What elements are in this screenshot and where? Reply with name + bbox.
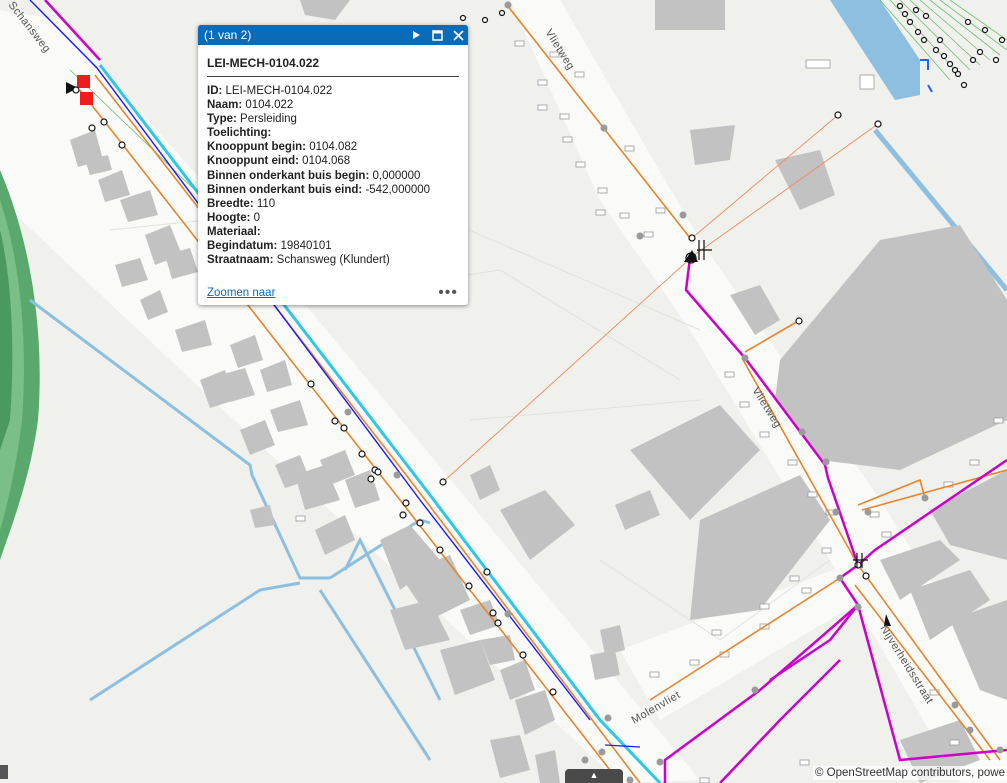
attribute-row: Begindatum: 19840101 [207, 239, 459, 253]
attribute-key: Binnen onderkant buis eind: [207, 183, 363, 196]
attribute-value: 110 [253, 197, 276, 210]
attribute-key: Begindatum: [207, 240, 278, 253]
attribute-value: LEI-MECH-0104.022 [222, 85, 333, 97]
popup-title: LEI-MECH-0104.022 [207, 56, 459, 77]
feature-popup: (1 van 2) LEI-MECH-0104.022 ID: LEI-MECH… [198, 25, 468, 305]
attribute-key: Naam: [207, 99, 243, 112]
corner-toggle-button[interactable] [0, 765, 8, 779]
close-icon[interactable] [452, 29, 464, 41]
popup-footer: Zoomen naar ••• [207, 285, 458, 301]
attribute-key: Hoogte: [207, 211, 251, 224]
maximize-icon[interactable] [431, 29, 443, 41]
attribute-row: Naam: 0104.022 [207, 98, 459, 112]
attribute-list: ID: LEI-MECH-0104.022 Naam: 0104.022 Typ… [207, 84, 459, 267]
attribute-value: Schansweg (Klundert) [273, 254, 390, 267]
popup-counter: (1 van 2) [204, 28, 252, 42]
attribute-row: Binnen onderkant buis begin: 0,000000 [207, 169, 459, 183]
popup-header: (1 van 2) [198, 25, 468, 45]
attribute-value: Persleiding [236, 113, 297, 126]
zoom-to-link[interactable]: Zoomen naar [207, 287, 275, 299]
attribute-key: Toelichting: [207, 127, 272, 140]
attribute-row: Hoogte: 0 [207, 211, 459, 225]
attribute-key: ID: [207, 85, 223, 97]
play-next-icon[interactable] [410, 29, 422, 41]
map-canvas[interactable]: Schansweg Vlietweg Vlietweg Molenvliet N… [0, 0, 1007, 783]
attribute-key: Breedte: [207, 197, 254, 210]
attribute-key: Straatnaam: [207, 254, 274, 267]
attribute-row: Binnen onderkant buis eind: -542,000000 [207, 183, 459, 197]
attribute-row: Knooppunt begin: 0104.082 [207, 140, 459, 154]
map-attribution: © OpenStreetMap contributors, powe [812, 766, 1007, 780]
attribute-value: 0104.022 [242, 99, 294, 112]
attribute-row: Knooppunt eind: 0104.068 [207, 154, 459, 168]
attribute-row: Toelichting: [207, 126, 459, 140]
attribute-value: 0104.082 [306, 141, 358, 154]
attribute-key: Knooppunt begin: [207, 141, 306, 154]
expand-panel-tab[interactable]: ▲ [565, 769, 623, 783]
attribute-value: -542,000000 [362, 183, 431, 196]
attribute-row: ID: LEI-MECH-0104.022 [207, 84, 459, 98]
attribute-value: 0104.068 [298, 155, 351, 168]
more-actions-button[interactable]: ••• [438, 285, 458, 301]
attribute-row: Materiaal: [207, 225, 459, 239]
attribute-row: Breedte: 110 [207, 197, 459, 211]
attribute-value: 0,000000 [369, 169, 421, 182]
attribute-key: Binnen onderkant buis begin: [207, 169, 370, 182]
chevron-up-icon: ▲ [589, 770, 599, 780]
attribute-row: Type: Persleiding [207, 112, 459, 126]
attribute-key: Type: [207, 113, 237, 126]
attribute-row: Straatnaam: Schansweg (Klundert) [207, 253, 459, 267]
attribute-key: Knooppunt eind: [207, 155, 299, 168]
attribute-key: Materiaal: [207, 225, 261, 238]
attribute-value: 0 [250, 211, 261, 224]
attribute-value: 19840101 [277, 240, 332, 253]
